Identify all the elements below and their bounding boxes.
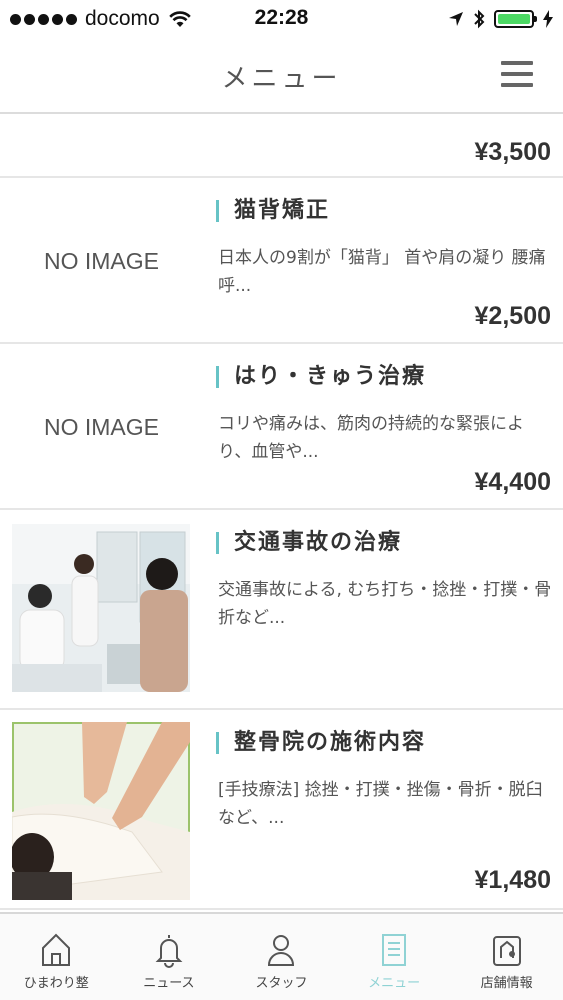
- item-price: ¥1,480: [474, 866, 551, 894]
- item-title: 整骨院の施術内容: [216, 730, 426, 756]
- title-accent-bar: [216, 532, 219, 554]
- item-description: 交通事故による, むち打ち・捻挫・打撲・骨折など...: [218, 580, 552, 628]
- tab-label: ニュース: [143, 976, 195, 991]
- tab-news[interactable]: ニュース: [113, 914, 226, 1000]
- tab-shop-info[interactable]: 店舗情報: [450, 914, 563, 1000]
- menu-item[interactable]: ¥3,500: [0, 116, 563, 178]
- hamburger-icon[interactable]: [501, 61, 533, 87]
- title-accent-bar: [216, 200, 219, 222]
- tab-label: ひまわり整: [23, 976, 89, 991]
- menu-item[interactable]: 整骨院の施術内容 [手技療法] 捻挫・打撲・挫傷・骨折・脱臼など、... ¥1,…: [0, 710, 563, 910]
- title-accent-bar: [216, 732, 219, 754]
- clinic-consultation-photo: [12, 524, 190, 692]
- item-price: ¥2,500: [474, 302, 551, 330]
- tab-label: スタッフ: [255, 976, 308, 991]
- location-arrow-icon: [449, 12, 463, 26]
- item-price: ¥3,500: [474, 138, 551, 166]
- item-title-text: はり・きゅう治療: [234, 364, 427, 389]
- document-icon: [382, 934, 407, 966]
- tab-home[interactable]: ひまわり整: [0, 914, 113, 1000]
- shop-info-icon: [492, 936, 521, 966]
- item-title-text: 整骨院の施術内容: [234, 730, 427, 755]
- person-icon: [268, 935, 295, 966]
- tab-bar: ひまわり整 ニュース スタッフ メニュー 店舗情報: [0, 912, 563, 1000]
- item-title-text: 交通事故の治療: [234, 530, 403, 555]
- nav-header: メニュー: [0, 40, 563, 114]
- no-image-label: NO IMAGE: [43, 413, 159, 440]
- menu-item[interactable]: 交通事故の治療 交通事故による, むち打ち・捻挫・打撲・骨折など...: [0, 510, 563, 710]
- item-title: 交通事故の治療: [216, 530, 402, 556]
- tab-label: 店舗情報: [480, 976, 533, 991]
- menu-list: ¥3,500 NO IMAGE 猫背矯正 日本人の9割が「猫背」 首や肩の凝り …: [0, 116, 563, 910]
- bluetooth-icon: [474, 9, 485, 29]
- item-description: 日本人の9割が「猫背」 首や肩の凝り 腰痛 呼...: [218, 248, 546, 296]
- page-title: メニュー: [221, 64, 342, 94]
- home-icon: [42, 933, 71, 966]
- menu-item[interactable]: NO IMAGE NO IMAGE はり・きゅう治療 コリや痛みは、筋肉の持続的…: [0, 344, 563, 510]
- title-accent-bar: [216, 366, 219, 388]
- battery-icon: [494, 10, 537, 28]
- bell-icon: [155, 935, 183, 968]
- back-massage-photo: [12, 722, 190, 900]
- tab-menu[interactable]: メニュー: [338, 914, 451, 1000]
- status-right: [448, 8, 553, 30]
- tab-staff[interactable]: スタッフ: [225, 914, 338, 1000]
- no-image-placeholder: NO IMAGE: [43, 247, 159, 274]
- item-title: 猫背矯正: [216, 198, 330, 224]
- menu-item[interactable]: NO IMAGE 猫背矯正 日本人の9割が「猫背」 首や肩の凝り 腰痛 呼...…: [0, 178, 563, 344]
- item-description: コリや痛みは、筋肉の持続的な緊張により、血管や...: [218, 414, 524, 462]
- tab-label: メニュー: [368, 976, 421, 991]
- item-description: [手技療法] 捻挫・打撲・挫傷・骨折・脱臼など、...: [218, 780, 543, 828]
- item-title: はり・きゅう治療: [216, 364, 426, 390]
- item-title-text: 猫背矯正: [234, 198, 331, 223]
- charging-icon: [543, 10, 553, 28]
- item-price: ¥4,400: [474, 468, 551, 496]
- status-bar: docomo 22:28: [0, 0, 563, 40]
